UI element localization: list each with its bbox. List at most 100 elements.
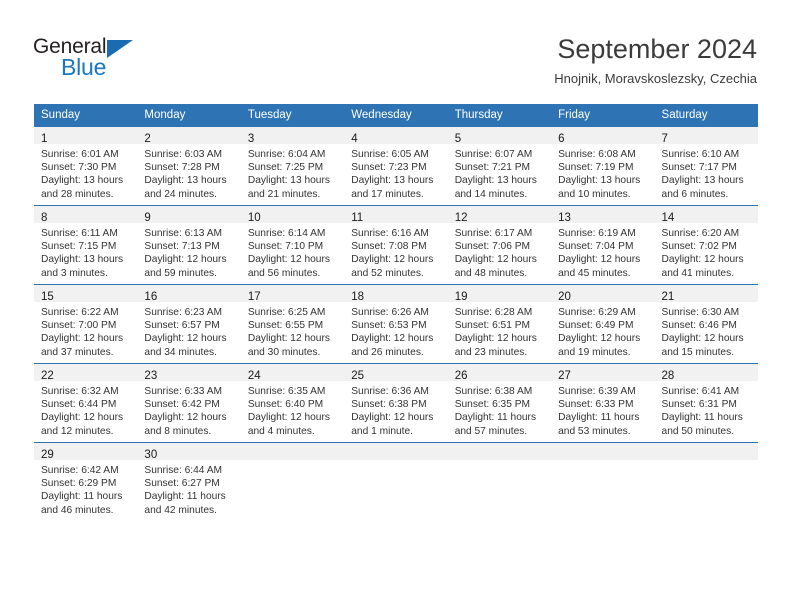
day-cell[interactable]: 12 Sunrise: 6:17 AM Sunset: 7:06 PM Dayl… (447, 205, 552, 285)
weekday-header-saturday: Saturday (654, 104, 758, 127)
day-info: Sunrise: 6:30 AM Sunset: 6:46 PM Dayligh… (655, 302, 758, 359)
daylight-text-line2: and 37 minutes. (41, 346, 114, 358)
day-number-band (447, 443, 552, 460)
day-cell[interactable]: 29 Sunrise: 6:42 AM Sunset: 6:29 PM Dayl… (34, 442, 138, 521)
day-cell[interactable]: 17 Sunrise: 6:25 AM Sunset: 6:55 PM Dayl… (240, 284, 345, 364)
day-info: Sunrise: 6:01 AM Sunset: 7:30 PM Dayligh… (34, 144, 137, 201)
daylight-text-line1: Daylight: 13 hours (144, 175, 227, 187)
day-number: 13 (558, 212, 571, 224)
daylight-text-line2: and 28 minutes. (41, 188, 114, 200)
sunset-text: Sunset: 6:33 PM (558, 399, 634, 411)
day-cell[interactable]: 18 Sunrise: 6:26 AM Sunset: 6:53 PM Dayl… (344, 284, 448, 364)
weekday-header-tuesday: Tuesday (240, 104, 345, 127)
sunrise-text: Sunrise: 6:19 AM (558, 228, 636, 239)
day-info: Sunrise: 6:26 AM Sunset: 6:53 PM Dayligh… (344, 302, 447, 359)
sunrise-text: Sunrise: 6:07 AM (454, 149, 533, 160)
sunset-text: Sunset: 7:23 PM (351, 162, 427, 174)
day-cell[interactable]: 25 Sunrise: 6:36 AM Sunset: 6:38 PM Dayl… (344, 363, 448, 443)
general-blue-logo[interactable]: General Blue (33, 36, 233, 84)
daylight-text-line2: and 6 minutes. (661, 188, 729, 200)
day-number-band: 28 (654, 364, 758, 382)
daylight-text-line1: Daylight: 11 hours (41, 491, 123, 503)
day-cell[interactable]: 28 Sunrise: 6:41 AM Sunset: 6:31 PM Dayl… (654, 363, 758, 443)
daylight-text-line1: Daylight: 12 hours (144, 333, 227, 345)
day-cell[interactable]: 6 Sunrise: 6:08 AM Sunset: 7:19 PM Dayli… (551, 126, 655, 206)
daylight-text-line1: Daylight: 12 hours (41, 412, 124, 424)
day-cell[interactable]: 16 Sunrise: 6:23 AM Sunset: 6:57 PM Dayl… (137, 284, 241, 364)
day-number-band: 9 (137, 206, 241, 224)
day-number-band: 19 (447, 285, 552, 303)
day-cell[interactable]: 5 Sunrise: 6:07 AM Sunset: 7:21 PM Dayli… (447, 126, 552, 206)
sunrise-text: Sunrise: 6:25 AM (247, 307, 326, 318)
day-number-band: 7 (654, 127, 758, 145)
sunset-text: Sunset: 7:21 PM (454, 162, 531, 174)
day-info: Sunrise: 6:17 AM Sunset: 7:06 PM Dayligh… (448, 223, 551, 280)
day-number-band: 22 (34, 364, 138, 382)
sunrise-text: Sunrise: 6:23 AM (144, 307, 223, 318)
daylight-text-line2: and 57 minutes. (454, 425, 528, 437)
day-number: 23 (144, 370, 158, 382)
day-info: Sunrise: 6:16 AM Sunset: 7:08 PM Dayligh… (344, 223, 447, 280)
sunset-text: Sunset: 6:57 PM (144, 320, 220, 332)
day-cell[interactable]: 19 Sunrise: 6:28 AM Sunset: 6:51 PM Dayl… (447, 284, 552, 364)
day-cell[interactable]: 4 Sunrise: 6:05 AM Sunset: 7:23 PM Dayli… (344, 126, 448, 206)
day-cell[interactable]: 22 Sunrise: 6:32 AM Sunset: 6:44 PM Dayl… (34, 363, 138, 443)
daylight-text-line2: and 48 minutes. (454, 267, 528, 279)
day-number-band: 23 (137, 364, 241, 382)
day-cell-empty (551, 442, 655, 521)
day-cell[interactable]: 10 Sunrise: 6:14 AM Sunset: 7:10 PM Dayl… (240, 205, 345, 285)
day-number: 7 (661, 133, 668, 145)
sunrise-text: Sunrise: 6:10 AM (661, 149, 740, 160)
sunrise-text: Sunrise: 6:30 AM (661, 307, 740, 318)
sunset-text: Sunset: 7:06 PM (454, 241, 531, 253)
day-cell[interactable]: 9 Sunrise: 6:13 AM Sunset: 7:13 PM Dayli… (137, 205, 241, 285)
day-number: 24 (247, 370, 261, 382)
day-cell[interactable]: 8 Sunrise: 6:11 AM Sunset: 7:15 PM Dayli… (34, 205, 138, 285)
day-number-band: 29 (34, 443, 138, 461)
sunset-text: Sunset: 6:55 PM (247, 320, 324, 332)
day-info: Sunrise: 6:39 AM Sunset: 6:33 PM Dayligh… (551, 381, 654, 438)
day-cell[interactable]: 20 Sunrise: 6:29 AM Sunset: 6:49 PM Dayl… (551, 284, 655, 364)
sunrise-text: Sunrise: 6:05 AM (351, 149, 429, 160)
sunset-text: Sunset: 6:44 PM (41, 399, 117, 411)
daylight-text-line1: Daylight: 12 hours (454, 333, 537, 345)
day-number: 5 (454, 133, 462, 145)
day-info: Sunrise: 6:07 AM Sunset: 7:21 PM Dayligh… (448, 144, 551, 201)
day-number: 18 (351, 291, 365, 303)
daylight-text-line2: and 14 minutes. (454, 188, 528, 200)
sunset-text: Sunset: 6:29 PM (41, 478, 117, 490)
daylight-text-line2: and 46 minutes. (41, 504, 114, 516)
day-info: Sunrise: 6:14 AM Sunset: 7:10 PM Dayligh… (241, 223, 344, 280)
day-number-band: 30 (137, 443, 241, 461)
day-cell[interactable]: 13 Sunrise: 6:19 AM Sunset: 7:04 PM Dayl… (551, 205, 655, 285)
sunrise-text: Sunrise: 6:08 AM (558, 149, 636, 160)
day-number: 1 (41, 133, 48, 145)
day-cell[interactable]: 1 Sunrise: 6:01 AM Sunset: 7:30 PM Dayli… (34, 126, 138, 206)
daylight-text-line1: Daylight: 13 hours (41, 175, 124, 187)
weekday-header-wednesday: Wednesday (344, 104, 448, 127)
sunset-text: Sunset: 6:46 PM (661, 320, 737, 332)
sunset-text: Sunset: 7:13 PM (144, 241, 220, 253)
day-cell[interactable]: 30 Sunrise: 6:44 AM Sunset: 6:27 PM Dayl… (137, 442, 241, 521)
day-cell[interactable]: 7 Sunrise: 6:10 AM Sunset: 7:17 PM Dayli… (654, 126, 758, 206)
day-info: Sunrise: 6:05 AM Sunset: 7:23 PM Dayligh… (344, 144, 447, 201)
daylight-text-line1: Daylight: 12 hours (351, 412, 434, 424)
day-cell[interactable]: 23 Sunrise: 6:33 AM Sunset: 6:42 PM Dayl… (137, 363, 241, 443)
daylight-text-line1: Daylight: 13 hours (454, 175, 537, 187)
day-cell[interactable]: 2 Sunrise: 6:03 AM Sunset: 7:28 PM Dayli… (137, 126, 241, 206)
day-number-band: 21 (654, 285, 758, 303)
day-number: 2 (144, 133, 151, 145)
day-cell[interactable]: 27 Sunrise: 6:39 AM Sunset: 6:33 PM Dayl… (551, 363, 655, 443)
daylight-text-line1: Daylight: 12 hours (558, 333, 641, 345)
sunrise-text: Sunrise: 6:33 AM (144, 386, 223, 397)
day-cell[interactable]: 14 Sunrise: 6:20 AM Sunset: 7:02 PM Dayl… (654, 205, 758, 285)
day-cell[interactable]: 21 Sunrise: 6:30 AM Sunset: 6:46 PM Dayl… (654, 284, 758, 364)
day-cell[interactable]: 11 Sunrise: 6:16 AM Sunset: 7:08 PM Dayl… (344, 205, 448, 285)
day-cell[interactable]: 3 Sunrise: 6:04 AM Sunset: 7:25 PM Dayli… (240, 126, 345, 206)
day-cell-empty (447, 442, 552, 521)
day-info: Sunrise: 6:08 AM Sunset: 7:19 PM Dayligh… (551, 144, 654, 201)
day-cell[interactable]: 15 Sunrise: 6:22 AM Sunset: 7:00 PM Dayl… (34, 284, 138, 364)
day-cell[interactable]: 24 Sunrise: 6:35 AM Sunset: 6:40 PM Dayl… (240, 363, 345, 443)
day-cell[interactable]: 26 Sunrise: 6:38 AM Sunset: 6:35 PM Dayl… (447, 363, 552, 443)
sunrise-text: Sunrise: 6:35 AM (247, 386, 326, 397)
